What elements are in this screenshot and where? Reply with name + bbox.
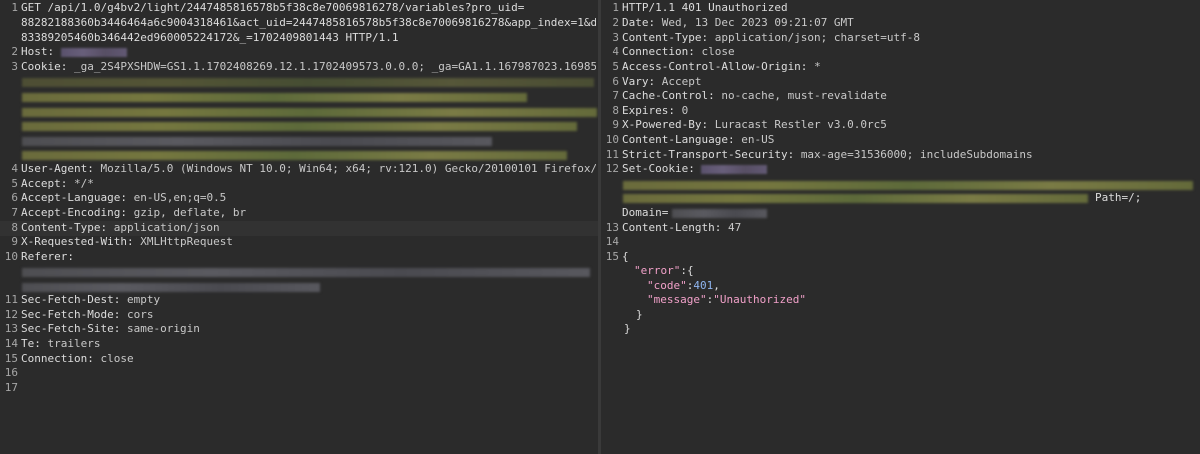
request-line-16: 16 [4, 366, 18, 379]
redacted-cookie-3 [22, 108, 597, 117]
response-line-set-cookie-path: Path=/; [601, 191, 1200, 206]
response-line-json-close: } [624, 322, 631, 335]
request-line-content-type: 8 Content-Type: application/json [0, 221, 598, 236]
request-line-cookie: 3 Cookie: _ga_2S4PXSHDW=GS1.1.1702408269… [11, 60, 596, 73]
response-line-content-type: 3 Content-Type: application/json; charse… [612, 31, 921, 44]
request-line-1-wrap-b: 83389205460b346442ed960005224172&_=17024… [21, 31, 399, 44]
redacted-referer-1 [22, 268, 590, 277]
redacted-host-value [60, 47, 127, 57]
response-line-vary: 6 Vary: Accept [612, 75, 702, 88]
response-line-content-language: 10 Content-Language: en-US [605, 133, 775, 146]
response-line-x-powered-by: 9 X-Powered-By: Luracast Restler v3.0.0r… [612, 118, 887, 131]
redacted-domain-value [672, 209, 767, 218]
response-line-json-code: "code":401, [647, 279, 720, 292]
redacted-cookie-1 [22, 78, 594, 87]
response-line-cache-control: 7 Cache-Control: no-cache, must-revalida… [612, 89, 887, 102]
response-line-status: 1 HTTP/1.1 401 Unauthorized [612, 1, 788, 14]
redacted-cookie-4 [22, 122, 577, 131]
redacted-cookie-2 [22, 93, 527, 102]
request-line-sec-fetch-site: 13 Sec-Fetch-Site: same-origin [4, 322, 200, 335]
request-line-te: 14 Te: trailers [4, 337, 101, 350]
request-line-connection: 15 Connection: close [4, 352, 134, 365]
response-line-set-cookie: 12 Set-Cookie: [601, 162, 1200, 177]
response-line-content-length: 13 Content-Length: 47 [605, 221, 742, 234]
redacted-cookie-5 [22, 137, 492, 146]
response-line-expires: 8 Expires: 0 [612, 104, 689, 117]
request-line-sec-fetch-dest: 11 Sec-Fetch-Dest: empty [4, 293, 161, 306]
request-line-accept-encoding: 7 Accept-Encoding: gzip, deflate, br [11, 206, 247, 219]
response-line-json-error: "error":{ [634, 264, 694, 277]
redacted-cookie-6 [22, 151, 567, 160]
redacted-referer-2 [22, 283, 320, 292]
response-line-json-close-inner: } [636, 308, 643, 321]
request-line-1-wrap-a: 88282188360b3446464a6c9004318461&act_uid… [21, 16, 596, 29]
response-line-acao: 5 Access-Control-Allow-Origin: * [612, 60, 821, 73]
request-line-17: 17 [4, 381, 18, 394]
request-line-x-requested-with: 9 X-Requested-With: XMLHttpRequest [11, 235, 233, 248]
request-line-referer: 10 Referer: [4, 250, 74, 263]
response-line-hsts: 11 Strict-Transport-Security: max-age=31… [605, 148, 1033, 161]
redacted-set-cookie-1 [623, 181, 1193, 190]
request-line-host: 2 Host: [0, 45, 598, 60]
redacted-set-cookie-2 [623, 194, 1088, 203]
request-line-1: 1 GET /api/1.0/g4bv2/light/2447485816578… [11, 1, 525, 14]
redacted-set-cookie-name [701, 164, 768, 174]
response-line-14: 14 [605, 235, 619, 248]
response-pane[interactable]: 1 HTTP/1.1 401 Unauthorized 2 Date: Wed,… [601, 0, 1200, 454]
response-line-domain: Domain= [601, 206, 1200, 221]
request-line-accept: 5 Accept: */* [11, 177, 94, 190]
request-line-accept-language: 6 Accept-Language: en-US,en;q=0.5 [11, 191, 227, 204]
request-line-sec-fetch-mode: 12 Sec-Fetch-Mode: cors [4, 308, 154, 321]
http-viewer: 1 GET /api/1.0/g4bv2/light/2447485816578… [0, 0, 1200, 454]
request-line-user-agent: 4 User-Agent: Mozilla/5.0 (Windows NT 10… [11, 162, 596, 175]
response-line-connection: 4 Connection: close [612, 45, 735, 58]
response-line-date: 2 Date: Wed, 13 Dec 2023 09:21:07 GMT [612, 16, 854, 29]
request-pane[interactable]: 1 GET /api/1.0/g4bv2/light/2447485816578… [0, 0, 598, 454]
response-line-json-message: "message":"Unauthorized" [647, 293, 806, 306]
response-line-json-open: 15 { [605, 250, 629, 263]
